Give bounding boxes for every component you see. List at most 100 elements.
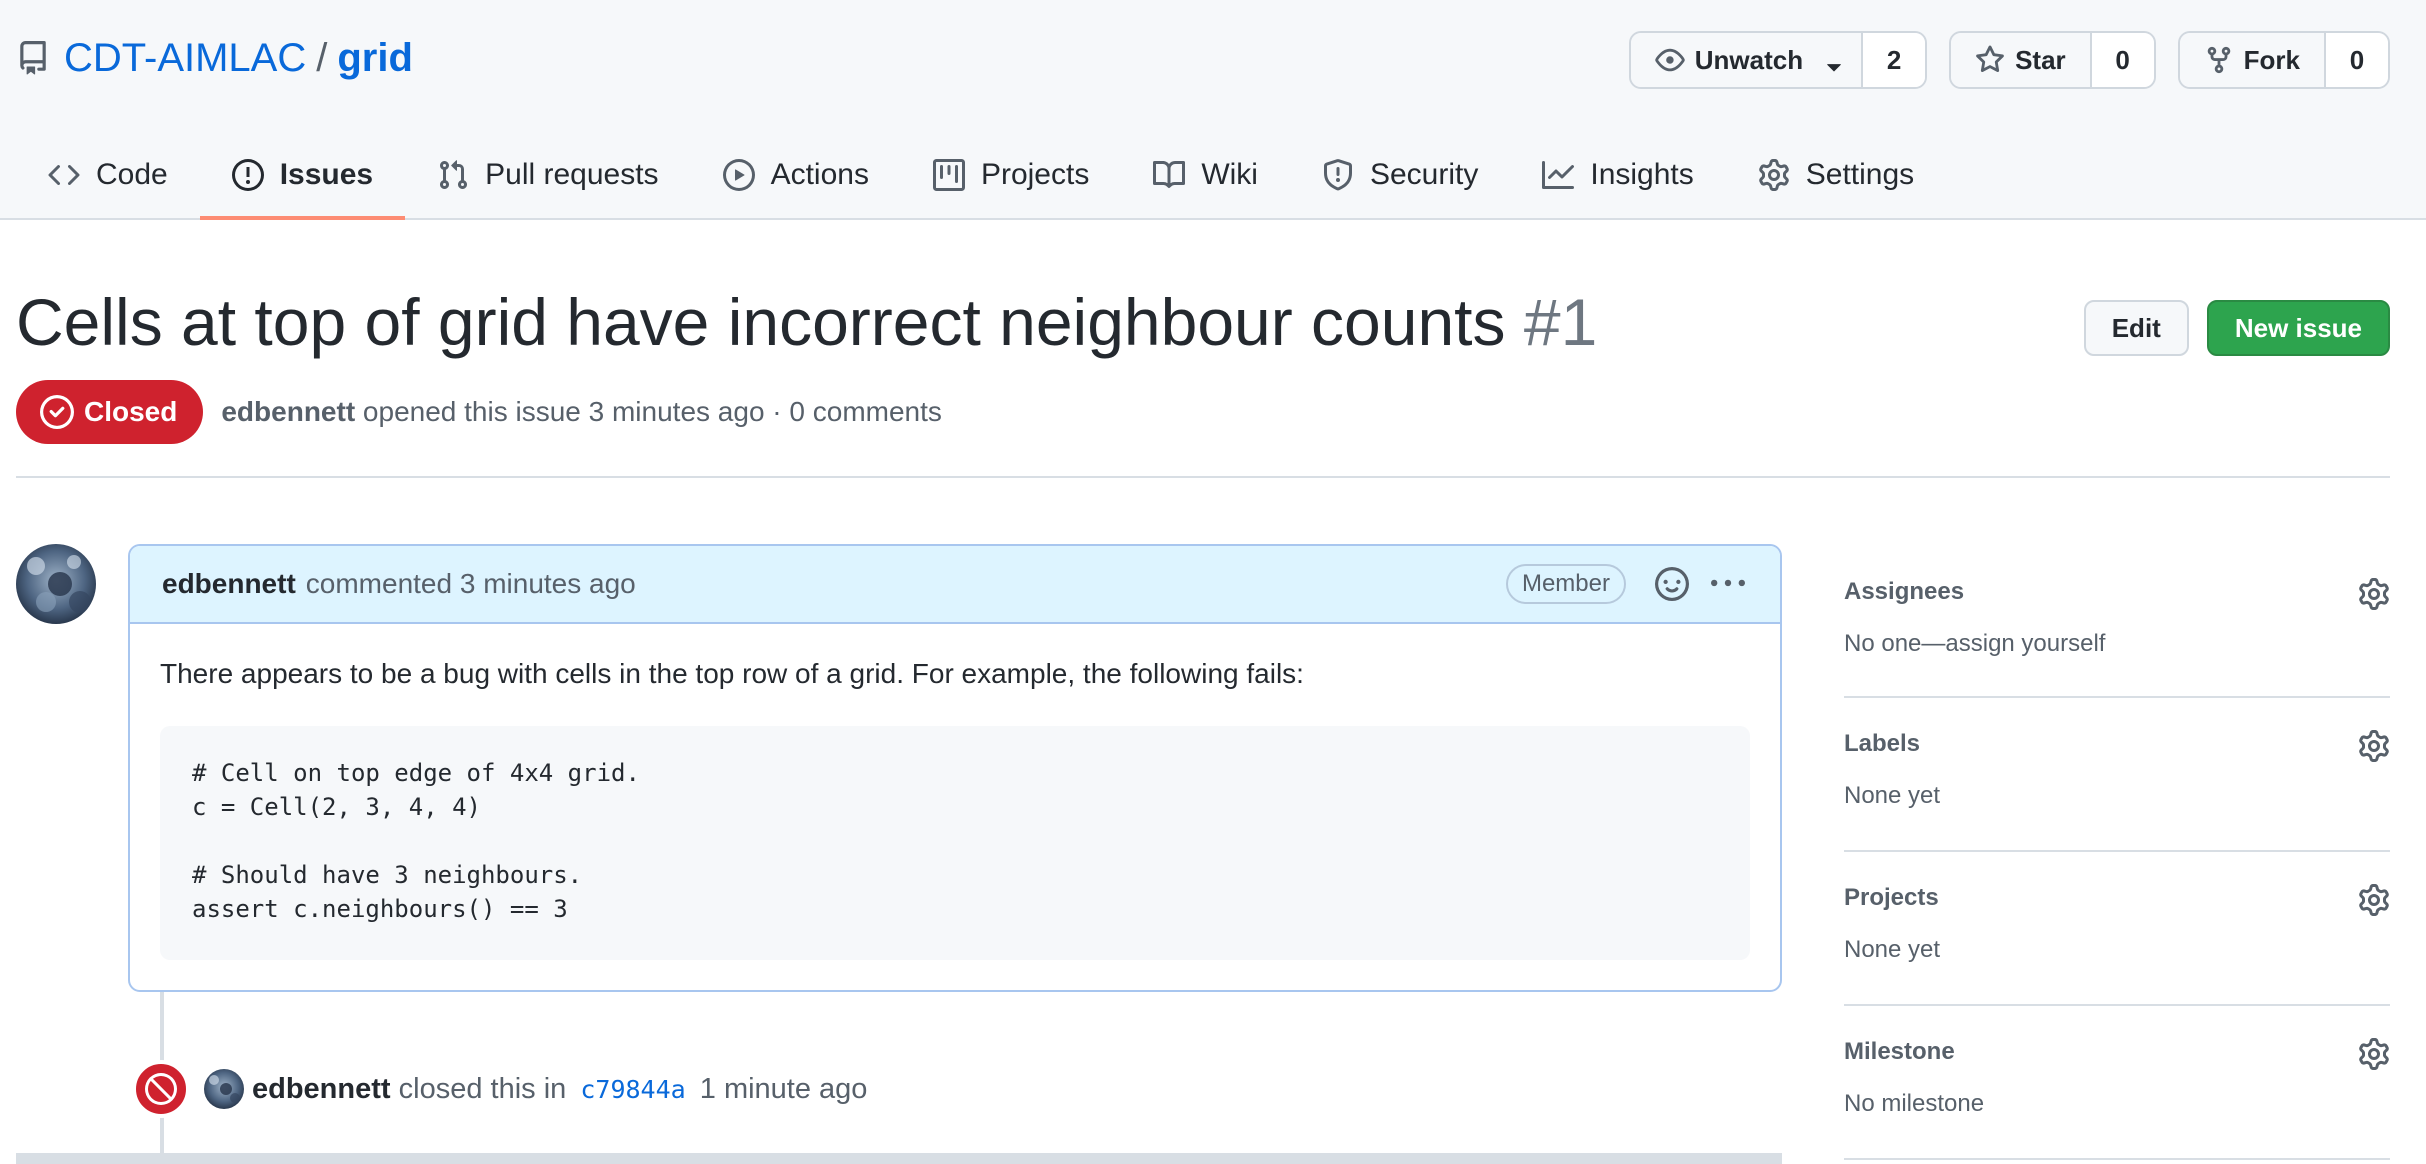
issue-meta-text: edbennett opened this issue 3 minutes ag… [221, 396, 942, 428]
unwatch-button[interactable]: Unwatch [1630, 33, 1864, 87]
eye-icon [1655, 45, 1685, 75]
smiley-icon [1655, 567, 1689, 601]
tab-security[interactable]: Security [1290, 132, 1510, 218]
header-divider [16, 476, 2390, 478]
avatar[interactable] [16, 544, 96, 624]
issue-title: Cells at top of grid have incorrect neig… [16, 284, 1597, 360]
kebab-horizontal-icon [1711, 567, 1745, 601]
tab-settings-label: Settings [1805, 158, 1915, 191]
shield-icon [1322, 159, 1354, 191]
tab-security-label: Security [1369, 158, 1479, 191]
watchers-count[interactable]: 2 [1863, 33, 1926, 87]
sidebar-labels-value: None yet [1844, 782, 1941, 809]
star-button-group: Star 0 [1949, 31, 2156, 89]
status-badge: Closed [16, 380, 204, 444]
tab-code-label: Code [96, 158, 168, 191]
fork-label: Fork [2243, 44, 2300, 75]
issue-meta: Closed edbennett opened this issue 3 min… [16, 380, 942, 444]
star-icon [1975, 45, 2005, 75]
repo-header: CDT-AIMLAC / grid Unwatch 2 Star 0 Fork … [0, 0, 2426, 220]
repo-title: CDT-AIMLAC / grid [16, 30, 413, 86]
chevron-down-icon [1819, 51, 1841, 72]
tab-settings[interactable]: Settings [1726, 132, 1946, 218]
tab-actions-label: Actions [770, 158, 869, 191]
tab-projects[interactable]: Projects [901, 132, 1121, 218]
repo-icon [16, 41, 50, 75]
sidebar-milestone-heading[interactable]: Milestone [1844, 1038, 1955, 1066]
edit-button[interactable]: Edit [2083, 300, 2189, 356]
project-icon [932, 159, 965, 191]
event-author-link[interactable]: edbennett [252, 1073, 391, 1105]
new-issue-button[interactable]: New issue [2206, 300, 2390, 356]
sidebar-projects: Projects None yet [1844, 852, 2390, 1006]
comment-box: edbennett commented 3 minutes ago Member… [128, 544, 1782, 992]
tab-wiki[interactable]: Wiki [1121, 132, 1290, 218]
tab-insights[interactable]: Insights [1510, 132, 1725, 218]
sidebar-labels: Labels None yet [1844, 698, 2390, 852]
sidebar-projects-heading[interactable]: Projects [1844, 884, 1939, 912]
issue-number: #1 [1523, 285, 1598, 359]
unwatch-button-group: Unwatch 2 [1628, 31, 1928, 89]
issue-author-link[interactable]: edbennett [221, 396, 355, 427]
add-reaction-button[interactable] [1650, 562, 1694, 606]
tab-insights-label: Insights [1590, 158, 1694, 191]
sidebar-labels-heading[interactable]: Labels [1844, 730, 1920, 758]
issue-opened-icon [231, 159, 264, 191]
code-block: # Cell on top edge of 4x4 grid. c = Cell… [160, 726, 1750, 960]
issue-sidebar: Assignees No one—assign yourself Labels … [1844, 546, 2390, 1160]
circle-slash-icon [145, 1073, 177, 1105]
code-icon [48, 159, 80, 191]
tab-actions[interactable]: Actions [691, 132, 901, 218]
gear-icon[interactable] [2358, 578, 2390, 610]
play-icon [722, 159, 755, 191]
repo-nav: Code Issues Pull requests Actions Projec… [16, 132, 1946, 220]
member-badge: Member [1505, 564, 1626, 604]
comment-body: There appears to be a bug with cells in … [130, 624, 1780, 960]
repo-name-link[interactable]: grid [337, 36, 413, 81]
tab-pull-requests[interactable]: Pull requests [405, 132, 690, 218]
sidebar-milestone: Milestone No milestone [1844, 1006, 2390, 1160]
pull-request-icon [437, 159, 469, 191]
comment-header: edbennett commented 3 minutes ago Member [130, 546, 1780, 624]
repo-path-separator: / [316, 35, 328, 80]
graph-icon [1542, 159, 1575, 191]
stars-count[interactable]: 0 [2091, 33, 2154, 87]
tab-issues[interactable]: Issues [199, 132, 406, 220]
tab-wiki-label: Wiki [1201, 158, 1258, 191]
sidebar-assignees: Assignees No one—assign yourself [1844, 546, 2390, 698]
closed-event-text: edbennett closed this in c79844a 1 minut… [252, 1073, 867, 1106]
issue-closed-icon [40, 395, 74, 429]
comment-timestamp[interactable]: commented 3 minutes ago [306, 568, 636, 600]
avatar[interactable] [204, 1069, 244, 1109]
fork-button[interactable]: Fork [2179, 33, 2326, 87]
commit-link[interactable]: c79844a [580, 1075, 685, 1104]
comment-options-button[interactable] [1706, 562, 1750, 606]
tab-pull-requests-label: Pull requests [485, 158, 659, 191]
gear-icon[interactable] [2358, 730, 2390, 762]
book-icon [1153, 159, 1186, 191]
tab-code[interactable]: Code [16, 132, 200, 218]
timeline-bottom-edge [16, 1153, 1782, 1164]
gear-icon[interactable] [2358, 884, 2390, 916]
star-button[interactable]: Star [1951, 33, 2092, 87]
comment-author-link[interactable]: edbennett [162, 568, 296, 600]
closed-event-badge [132, 1060, 190, 1118]
issue-title-text: Cells at top of grid have incorrect neig… [16, 285, 1506, 359]
repo-owner-link[interactable]: CDT-AIMLAC [64, 36, 306, 81]
event-timestamp[interactable]: 1 minute ago [700, 1073, 868, 1105]
status-label: Closed [84, 396, 178, 427]
comment-text: There appears to be a bug with cells in … [160, 658, 1304, 689]
issue-meta-rest: opened this issue 3 minutes ago · 0 comm… [362, 396, 942, 427]
fork-icon [2204, 45, 2234, 75]
unwatch-label: Unwatch [1694, 44, 1804, 75]
star-label: Star [2015, 44, 2066, 75]
gear-icon[interactable] [2358, 1038, 2390, 1070]
issue-header-actions: Edit New issue [2083, 300, 2390, 356]
sidebar-assignees-heading[interactable]: Assignees [1844, 578, 1964, 606]
sidebar-projects-value: None yet [1844, 936, 1941, 963]
forks-count[interactable]: 0 [2326, 33, 2388, 87]
sidebar-milestone-value: No milestone [1844, 1090, 1985, 1117]
closed-event: edbennett closed this in c79844a 1 minut… [132, 1060, 867, 1118]
sidebar-assignees-value[interactable]: No one—assign yourself [1844, 630, 2105, 658]
tab-issues-label: Issues [279, 158, 374, 191]
